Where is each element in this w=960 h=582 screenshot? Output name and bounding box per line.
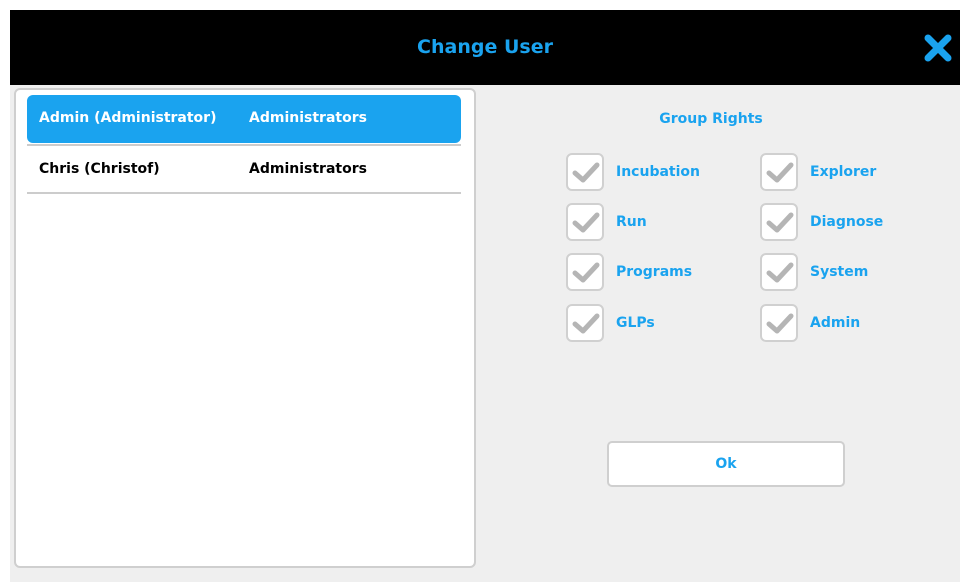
checkmark-icon [766,262,794,283]
incubation-label: Incubation [616,164,700,180]
admin-label: Admin [810,315,861,331]
title-bar: Change User [10,10,960,85]
checkmark-icon [572,313,600,334]
system-label: System [810,264,869,280]
checkmark-icon [766,313,794,334]
checkmark-icon [572,262,600,283]
diagnose-label: Diagnose [810,214,884,230]
user-row-chris[interactable]: Chris (Christof) Administrators [27,146,461,194]
checkmark-icon [572,162,600,183]
run-label: Run [616,214,647,230]
system-checkbox[interactable] [760,253,798,291]
programs-checkbox[interactable] [566,253,604,291]
group-rights-title: Group Rights [659,111,763,127]
user-list: Admin (Administrator) Administrators Chr… [14,88,476,568]
explorer-checkbox[interactable] [760,153,798,191]
close-icon[interactable] [924,34,952,62]
user-row-admin[interactable]: Admin (Administrator) Administrators [27,95,461,143]
glps-label: GLPs [616,315,655,331]
admin-checkbox[interactable] [760,304,798,342]
user-group: Administrators [249,110,367,126]
incubation-checkbox[interactable] [566,153,604,191]
ok-button[interactable]: Ok [607,441,845,487]
user-group: Administrators [249,161,367,177]
checkmark-icon [766,162,794,183]
checkmark-icon [766,212,794,233]
dialog-title: Change User [417,36,553,58]
run-checkbox[interactable] [566,203,604,241]
programs-label: Programs [616,264,693,280]
glps-checkbox[interactable] [566,304,604,342]
diagnose-checkbox[interactable] [760,203,798,241]
checkmark-icon [572,212,600,233]
explorer-label: Explorer [810,164,877,180]
user-name: Chris (Christof) [39,161,160,177]
user-name: Admin (Administrator) [39,110,217,126]
